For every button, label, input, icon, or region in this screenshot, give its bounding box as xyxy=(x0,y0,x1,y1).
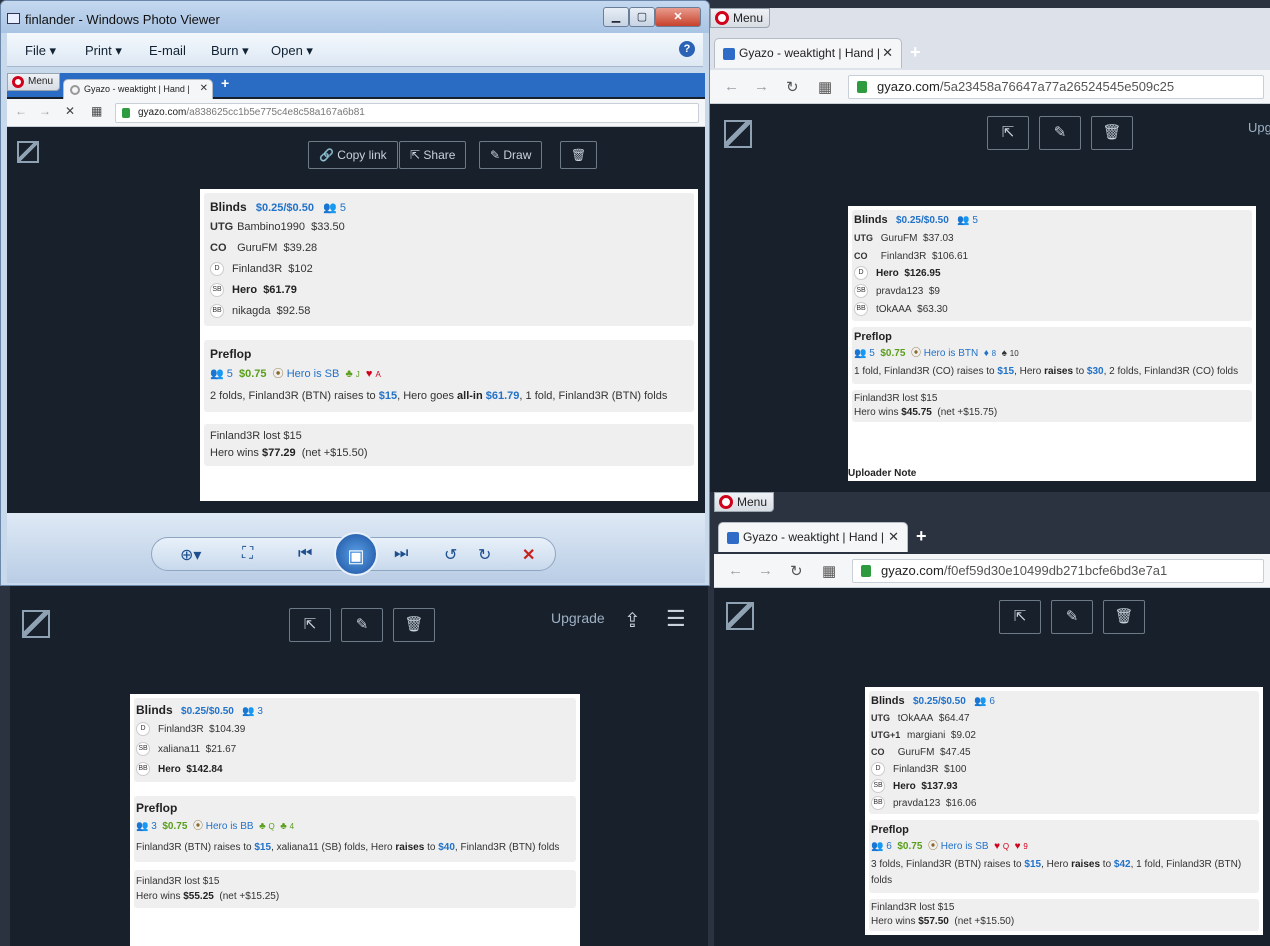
result-section: Finland3R lost $15 Hero wins $55.25 (net… xyxy=(134,870,576,908)
open-external-button[interactable]: ⇱ xyxy=(999,600,1041,634)
blinds-section: Blinds $0.25/$0.50 👥 6 UTG tOkAAA $64.47… xyxy=(869,691,1259,814)
zoom-icon[interactable]: ⊕▾ xyxy=(180,545,201,565)
rotate-right-icon[interactable]: ↻ xyxy=(478,545,491,565)
opera-menu-button[interactable]: Menu xyxy=(710,8,771,28)
delete-button: 🗑 xyxy=(560,141,598,169)
hand-image: Blinds $0.25/$0.50 👥 5 UTG GuruFM $37.03… xyxy=(848,206,1256,481)
menu-print[interactable]: Print ▾ xyxy=(85,43,122,59)
url-field[interactable]: gyazo.com/f0ef59d30e10499db271bcfe6bd3e7… xyxy=(852,559,1264,583)
inner-tab-gyazo: Gyazo - weaktight | Hand | ✕ xyxy=(63,79,213,99)
lock-icon xyxy=(857,81,867,93)
close-button[interactable]: ✕ xyxy=(655,7,701,27)
menu-burn[interactable]: Burn ▾ xyxy=(211,43,249,59)
menu-open[interactable]: Open ▾ xyxy=(271,43,313,59)
photo-viewer-menu: File ▾ Print ▾ E-mail Burn ▾ Open ▾ ? xyxy=(7,33,703,67)
preflop-section: Preflop 👥 6 $0.75 ⦿ Hero is SB ♥ Q ♥ 9 3… xyxy=(869,820,1259,893)
upgrade-link[interactable]: Upg xyxy=(1248,120,1270,135)
next-icon[interactable]: ⏭ xyxy=(394,545,408,563)
opera-menu-button[interactable]: Menu xyxy=(714,492,775,512)
photo-viewer-controls: ⊕▾ ⛶ ⏮ ▣ ⏭ ↺ ↻ ✕ xyxy=(151,532,556,576)
forward-icon[interactable]: → xyxy=(758,562,773,579)
stop-icon: ✕ xyxy=(65,104,76,118)
forward-icon: → xyxy=(39,104,51,118)
minimize-button[interactable]: ▁ xyxy=(603,7,629,27)
actual-size-icon[interactable]: ⛶ xyxy=(242,545,253,563)
photo-viewer-icon xyxy=(7,13,20,24)
photo-canvas: Menu Gyazo - weaktight | Hand | ✕ + ← → ✕… xyxy=(7,73,705,513)
blinds-section: Blinds $0.25/$0.50 👥 3 D Finland3R $104.3… xyxy=(134,698,576,782)
delete-button[interactable]: 🗑 xyxy=(1091,116,1133,150)
browser-window-bottom-right: Menu Gyazo - weaktight | Hand | ✕ + ← → ↻… xyxy=(714,492,1270,946)
close-tab-icon[interactable]: ✕ xyxy=(888,529,899,545)
rotate-left-icon[interactable]: ↺ xyxy=(444,545,457,565)
gyazo-logo-icon[interactable] xyxy=(724,120,752,148)
maximize-button[interactable]: ▢ xyxy=(629,7,655,27)
upgrade-link[interactable]: Upgrade xyxy=(551,610,605,626)
open-external-button[interactable]: ⇱ xyxy=(289,608,331,642)
hand-image: Blinds $0.25/$0.50 👥 6 UTG tOkAAA $64.47… xyxy=(865,687,1263,935)
blinds-section: Blinds $0.25/$0.50 👥 5 UTG GuruFM $37.03… xyxy=(852,210,1252,321)
hand-image: Blinds $0.25/$0.50 👥 5 UTG Bambino1990 $… xyxy=(200,189,698,501)
preflop-section: Preflop 👥 5 $0.75 ⦿ Hero is SB ♣ J ♥ A 2… xyxy=(204,340,694,412)
back-icon: ← xyxy=(15,104,27,118)
inner-url-field: gyazo.com/a838625cc1b5e775c4e8c58a167a6b… xyxy=(115,103,699,123)
previous-icon[interactable]: ⏮ xyxy=(298,545,312,563)
new-tab-icon: + xyxy=(221,75,230,91)
hand-image: Blinds $0.25/$0.50 👥 3 D Finland3R $104.3… xyxy=(130,694,580,946)
reload-icon[interactable]: ↻ xyxy=(786,78,799,96)
menu-email[interactable]: E-mail xyxy=(149,43,186,58)
tab-gyazo[interactable]: Gyazo - weaktight | Hand | ✕ xyxy=(714,38,902,68)
edit-button[interactable]: ✎ xyxy=(1051,600,1093,634)
help-icon[interactable]: ? xyxy=(679,41,695,57)
upload-icon[interactable]: ⇪ xyxy=(624,608,641,633)
gyazo-logo-icon[interactable] xyxy=(22,610,50,638)
draw-button: ✎ Draw xyxy=(479,141,543,169)
reload-icon[interactable]: ↻ xyxy=(790,562,803,580)
new-tab-icon[interactable]: + xyxy=(910,42,921,63)
opera-menu-button: Menu xyxy=(7,73,61,91)
address-bar: ← → ↻ ▦ gyazo.com/5a23458a76647a77a26524… xyxy=(710,70,1270,104)
loading-icon xyxy=(70,85,80,95)
result-section: Finland3R lost $15 Hero wins $45.75 (net… xyxy=(852,390,1252,422)
edit-button[interactable]: ✎ xyxy=(1039,116,1081,150)
back-icon[interactable]: ← xyxy=(724,78,739,95)
blinds-section: Blinds $0.25/$0.50 👥 5 UTG Bambino1990 $… xyxy=(204,193,694,326)
hamburger-menu-icon[interactable]: ☰ xyxy=(666,606,686,632)
speed-dial-icon[interactable]: ▦ xyxy=(822,562,836,580)
delete-icon[interactable]: ✕ xyxy=(522,545,535,565)
lock-icon xyxy=(861,565,871,577)
edit-button[interactable]: ✎ xyxy=(341,608,383,642)
preflop-section: Preflop 👥 5 $0.75 ⦿ Hero is BTN ♦ 8 ♠ 10… xyxy=(852,327,1252,384)
browser-window-top-right: Menu Gyazo - weaktight | Hand | ✕ + ← → ↻… xyxy=(710,8,1270,492)
speed-dial-icon[interactable]: ▦ xyxy=(818,78,832,96)
close-tab-icon: ✕ xyxy=(199,83,208,94)
browser-window-bottom-left: ⇱ ✎ 🗑 Upgrade ⇪ ☰ Blinds $0.25/$0.50 👥 3… xyxy=(10,586,708,946)
url-field[interactable]: gyazo.com/5a23458a76647a77a26524545e509c… xyxy=(848,75,1264,99)
gyazo-logo-icon xyxy=(17,141,39,163)
slideshow-icon[interactable]: ▣ xyxy=(334,532,378,576)
new-tab-icon[interactable]: + xyxy=(916,526,927,547)
speed-dial-icon: ▦ xyxy=(91,104,103,118)
gyazo-logo-icon[interactable] xyxy=(726,602,754,630)
address-bar: ← → ↻ ▦ gyazo.com/f0ef59d30e10499db271bc… xyxy=(714,554,1270,588)
result-section: Finland3R lost $15 Hero wins $77.29 (net… xyxy=(204,424,694,466)
preflop-section: Preflop 👥 3 $0.75 ⦿ Hero is BB ♣ Q ♣ 4 F… xyxy=(134,796,576,862)
open-external-button[interactable]: ⇱ xyxy=(987,116,1029,150)
uploader-note: Uploader Note xyxy=(848,468,917,479)
lock-icon xyxy=(122,108,130,118)
gyazo-favicon-icon xyxy=(723,48,735,60)
copy-link-button: 🔗 Copy link xyxy=(308,141,398,169)
tab-gyazo[interactable]: Gyazo - weaktight | Hand | ✕ xyxy=(718,522,908,552)
delete-button[interactable]: 🗑 xyxy=(1103,600,1145,634)
share-button: ⇱ Share xyxy=(399,141,467,169)
close-tab-icon[interactable]: ✕ xyxy=(882,45,893,61)
menu-file[interactable]: File ▾ xyxy=(25,43,56,59)
inner-address-bar: ← → ✕ ▦ gyazo.com/a838625cc1b5e775c4e8c5… xyxy=(7,99,705,127)
forward-icon[interactable]: → xyxy=(754,78,769,95)
delete-button[interactable]: 🗑 xyxy=(393,608,435,642)
gyazo-favicon-icon xyxy=(727,532,739,544)
photo-viewer-window: finlander - Windows Photo Viewer ▁ ▢ ✕ F… xyxy=(0,0,710,586)
result-section: Finland3R lost $15 Hero wins $57.50 (net… xyxy=(869,899,1259,931)
back-icon[interactable]: ← xyxy=(728,562,743,579)
